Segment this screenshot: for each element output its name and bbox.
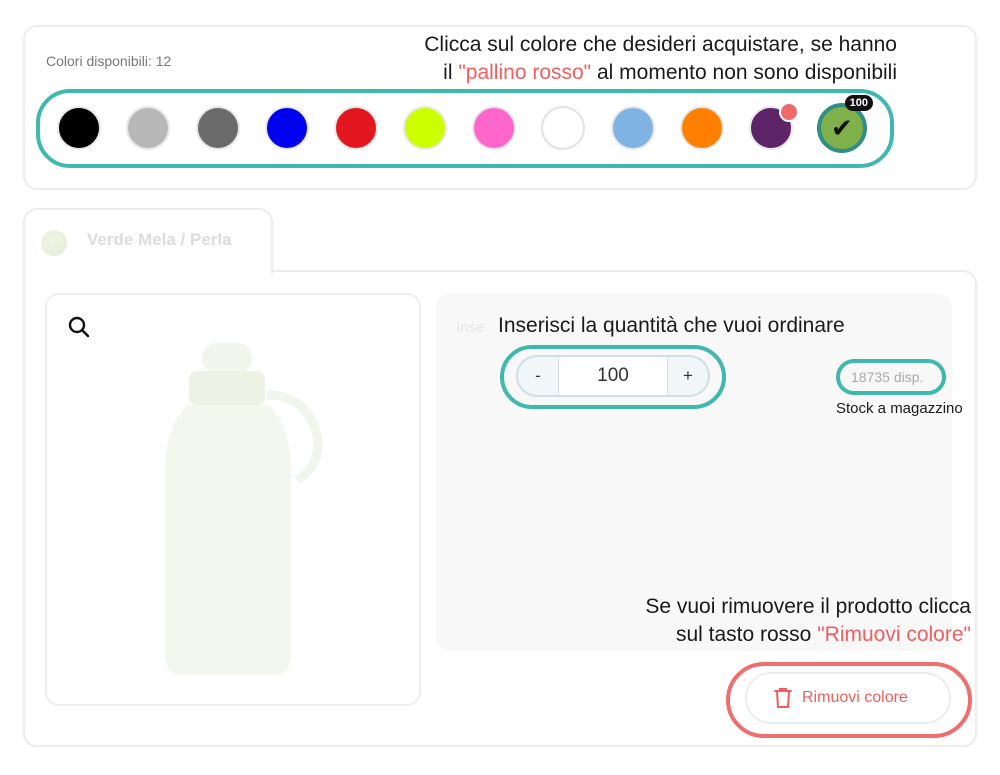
color-swatch[interactable] bbox=[334, 106, 378, 150]
annotation-highlight: "pallino rosso" bbox=[458, 61, 592, 84]
color-swatch[interactable] bbox=[749, 102, 799, 150]
trash-icon bbox=[774, 688, 792, 708]
quantity-badge: 100 bbox=[844, 95, 873, 111]
decrement-button[interactable]: - bbox=[518, 357, 558, 395]
unavailable-dot bbox=[779, 102, 799, 122]
color-swatch[interactable] bbox=[403, 106, 447, 150]
remove-color-button[interactable]: Rimuovi colore bbox=[745, 672, 951, 724]
quantity-annotation: Inserisci la quantità che vuoi ordinare bbox=[498, 314, 845, 337]
colors-annotation: Clicca sul colore che desideri acquistar… bbox=[300, 31, 897, 87]
color-swatch[interactable] bbox=[680, 106, 724, 150]
zoom-icon[interactable] bbox=[67, 315, 91, 339]
tab-label: Verde Mela / Perla bbox=[87, 230, 232, 249]
remove-annotation: Se vuoi rimuovere il prodotto clicca sul… bbox=[520, 593, 971, 649]
tab-color-dot bbox=[41, 230, 67, 256]
color-swatch[interactable] bbox=[57, 106, 101, 150]
color-swatch[interactable] bbox=[541, 106, 585, 150]
colors-available-label: Colori disponibili: 12 bbox=[46, 53, 172, 69]
annotation-text: sul tasto rosso bbox=[675, 623, 818, 646]
remove-annotation-line1: Se vuoi rimuovere il prodotto clicca bbox=[645, 595, 971, 618]
colors-annotation-line2: il "pallino rosso" al momento non sono d… bbox=[300, 59, 897, 87]
colors-annotation-line1: Clicca sul colore che desideri acquistar… bbox=[424, 33, 897, 56]
remove-color-label: Rimuovi colore bbox=[802, 689, 908, 706]
increment-button[interactable]: + bbox=[668, 357, 708, 395]
color-swatch[interactable] bbox=[265, 106, 309, 150]
quantity-input[interactable] bbox=[558, 357, 668, 395]
annotation-text: al momento non sono disponibili bbox=[591, 61, 897, 84]
product-image-panel bbox=[45, 293, 421, 706]
color-swatch[interactable] bbox=[196, 106, 240, 150]
bottle-image bbox=[165, 343, 323, 675]
checkmark-icon: ✔ bbox=[831, 113, 853, 143]
tab-color-variant[interactable]: Verde Mela / Perla bbox=[23, 208, 273, 274]
quantity-stepper: - + bbox=[516, 355, 710, 397]
remove-annotation-line2: sul tasto rosso "Rimuovi colore" bbox=[520, 621, 971, 649]
annotation-highlight: "Rimuovi colore" bbox=[817, 623, 971, 646]
quantity-faint-label: Inse bbox=[456, 319, 485, 336]
color-swatch[interactable] bbox=[611, 106, 655, 150]
color-swatch[interactable] bbox=[126, 106, 170, 150]
stock-available: 18735 disp. bbox=[851, 369, 924, 385]
annotation-text: il bbox=[443, 61, 459, 84]
stock-caption: Stock a magazzino bbox=[836, 400, 963, 417]
color-swatch[interactable] bbox=[472, 106, 516, 150]
color-swatch[interactable]: ✔ 100 bbox=[817, 95, 873, 153]
